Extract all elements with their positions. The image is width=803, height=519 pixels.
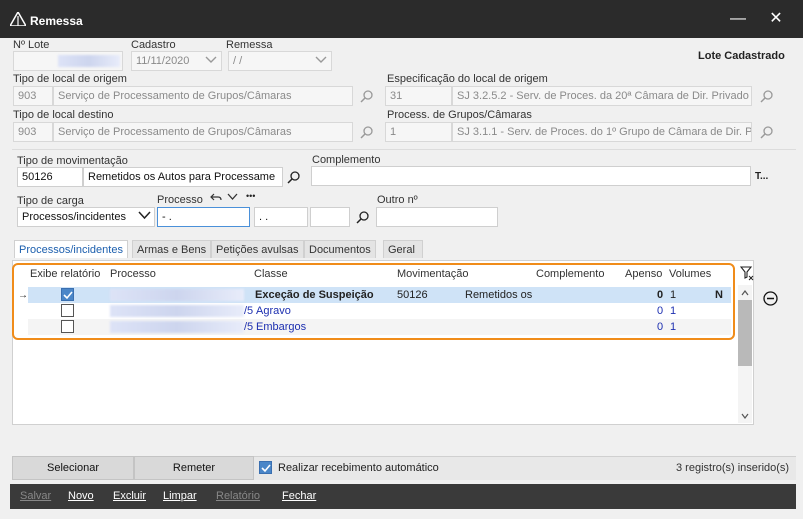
remessa-label: Remessa xyxy=(226,39,273,51)
close-button[interactable]: ✕ xyxy=(766,9,786,29)
outro-numero-input[interactable] xyxy=(376,207,498,227)
proc-grupos-code[interactable]: 1 xyxy=(385,122,452,142)
excluir-button[interactable]: Excluir xyxy=(113,490,146,502)
text-editor-button[interactable]: T... xyxy=(755,171,768,182)
limpar-button[interactable]: Limpar xyxy=(163,490,197,502)
complemento-input[interactable] xyxy=(311,166,751,186)
tipo-destino-desc[interactable]: Serviço de Processamento de Grupos/Câmar… xyxy=(53,122,353,142)
records-count: 3 registro(s) inserido(s) xyxy=(676,462,790,474)
proc-grupos-label: Process. de Grupos/Câmaras xyxy=(387,109,532,121)
espec-origem-label: Especificação do local de origem xyxy=(387,73,548,85)
tipo-movimentacao-code[interactable]: 50126 xyxy=(17,167,83,187)
fechar-button[interactable]: Fechar xyxy=(282,490,316,502)
auto-receive-label: Realizar recebimento automático xyxy=(278,462,439,474)
tipo-movimentacao-label: Tipo de movimentação xyxy=(17,155,128,167)
auto-receive-checkbox[interactable] xyxy=(259,461,272,474)
chevron-down-icon[interactable] xyxy=(205,56,217,64)
search-icon[interactable] xyxy=(287,170,301,184)
cadastro-label: Cadastro xyxy=(131,39,176,51)
remeter-button[interactable]: Remeter xyxy=(134,456,254,480)
processo-label: Processo xyxy=(157,194,203,206)
filter-icon[interactable] xyxy=(740,265,754,281)
chevron-down-icon[interactable] xyxy=(138,211,151,220)
processo-input-3[interactable] xyxy=(310,207,350,227)
remove-icon[interactable] xyxy=(763,291,778,306)
scrollbar-thumb[interactable] xyxy=(738,300,752,366)
cadastro-value: 11/11/2020 xyxy=(136,55,190,67)
processo-input-2[interactable]: . . xyxy=(254,207,308,227)
salvar-button[interactable]: Salvar xyxy=(20,490,51,502)
search-icon[interactable] xyxy=(356,210,370,224)
tab-peticoes-avulsas[interactable]: Petições avulsas xyxy=(211,240,304,258)
outro-numero-label: Outro nº xyxy=(377,194,418,206)
tipo-carga-value: Processos/incidentes xyxy=(22,211,126,223)
tipo-origem-code[interactable]: 903 xyxy=(13,86,53,106)
espec-origem-code[interactable]: 31 xyxy=(385,86,452,106)
tipo-movimentacao-desc[interactable]: Remetidos os Autos para Processame xyxy=(83,167,283,187)
search-icon[interactable] xyxy=(760,89,774,103)
lote-label: Nº Lote xyxy=(13,39,50,51)
processo-input[interactable]: - . xyxy=(157,207,250,227)
complemento-label: Complemento xyxy=(312,154,381,166)
tipo-origem-desc[interactable]: Serviço de Processamento de Grupos/Câmar… xyxy=(53,86,353,106)
highlight-box xyxy=(12,263,735,340)
tab-geral[interactable]: Geral xyxy=(383,240,423,258)
remessa-value: / / xyxy=(233,55,243,67)
tab-documentos[interactable]: Documentos xyxy=(304,240,376,258)
proc-grupos-desc[interactable]: SJ 3.1.1 - Serv. de Proces. do 1º Grupo … xyxy=(452,122,752,142)
tipo-destino-label: Tipo de local destino xyxy=(13,109,114,121)
status-label: Lote Cadastrado xyxy=(698,50,785,62)
tab-processos-incidentes[interactable]: Processos/incidentes xyxy=(14,240,128,258)
tipo-origem-label: Tipo de local de origem xyxy=(13,73,127,85)
scroll-down-icon[interactable] xyxy=(741,413,749,419)
chevron-down-icon[interactable] xyxy=(315,56,327,64)
tipo-carga-label: Tipo de carga xyxy=(17,195,84,207)
undo-icon[interactable] xyxy=(210,192,222,202)
tipo-carga-select[interactable]: Processos/incidentes xyxy=(17,207,155,227)
selecionar-button[interactable]: Selecionar xyxy=(12,456,134,480)
minimize-button[interactable]: — xyxy=(728,9,748,29)
search-icon[interactable] xyxy=(360,89,374,103)
window-title: Remessa xyxy=(30,14,83,28)
search-icon[interactable] xyxy=(760,125,774,139)
lote-redacted xyxy=(58,55,120,67)
tipo-destino-code[interactable]: 903 xyxy=(13,122,53,142)
app-logo-icon xyxy=(10,12,26,26)
espec-origem-desc[interactable]: SJ 3.2.5.2 - Serv. de Proces. da 20ª Câm… xyxy=(452,86,752,106)
chevron-down-icon[interactable] xyxy=(227,193,238,201)
search-icon[interactable] xyxy=(360,125,374,139)
relatorio-button[interactable]: Relatório xyxy=(216,490,260,502)
novo-button[interactable]: Novo xyxy=(68,490,94,502)
tab-armas-bens[interactable]: Armas e Bens xyxy=(132,240,212,258)
more-options-icon[interactable]: ••• xyxy=(246,191,255,201)
scroll-up-icon[interactable] xyxy=(741,290,749,296)
title-bar xyxy=(0,0,803,38)
